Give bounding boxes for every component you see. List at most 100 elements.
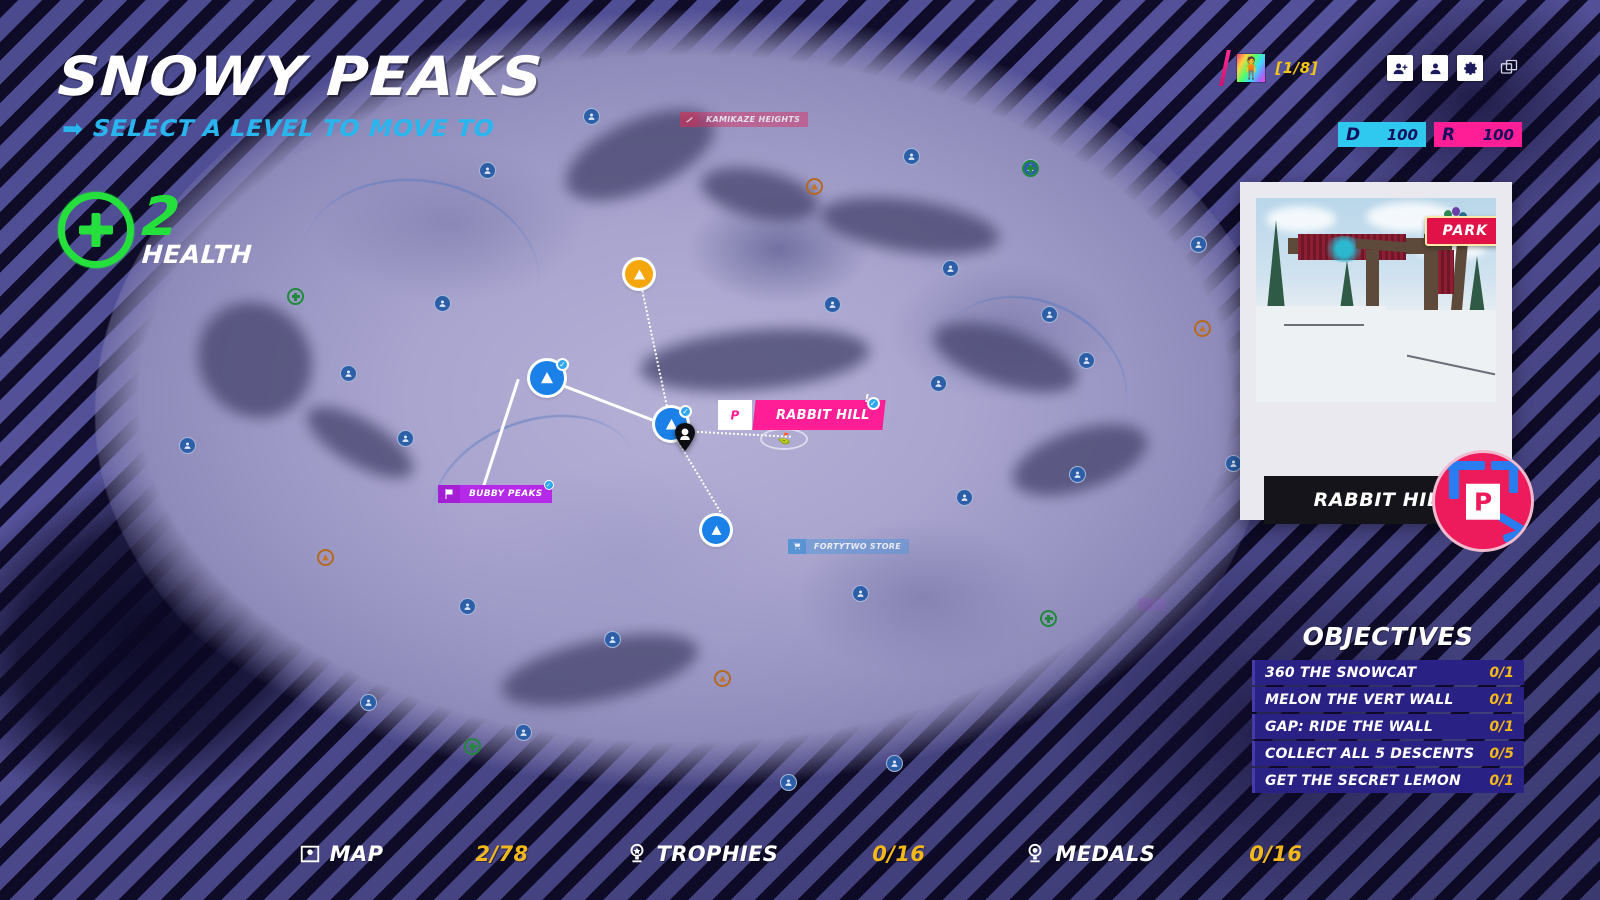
- page-subtitle: SELECT A LEVEL TO MOVE TO: [92, 116, 496, 142]
- objectives-title: OBJECTIVES: [1302, 622, 1474, 651]
- poi-challenge[interactable]: [806, 178, 823, 195]
- poi-health-pickup[interactable]: [287, 288, 304, 305]
- photo-tree: [1266, 220, 1286, 320]
- graffiti-stroke: [1491, 461, 1525, 470]
- poi-person[interactable]: [1190, 236, 1207, 253]
- person-icon: [1430, 63, 1440, 74]
- park-p-icon: P: [718, 400, 752, 430]
- poi-person[interactable]: [360, 694, 377, 711]
- stat-trophies[interactable]: TROPHIES: [625, 842, 779, 866]
- objective-count: 0/1: [1489, 772, 1514, 789]
- health-label: HEALTH: [140, 239, 254, 269]
- poi-person[interactable]: [479, 162, 496, 179]
- window-toggle-button[interactable]: [1496, 55, 1522, 81]
- poi-person[interactable]: [942, 260, 959, 277]
- objective-row: GAP: RIDE THE WALL 0/1: [1252, 714, 1524, 739]
- avatar[interactable]: 🧍: [1237, 54, 1266, 82]
- poi-person[interactable]: [930, 375, 947, 392]
- poi-person[interactable]: [780, 774, 797, 791]
- poi-challenge[interactable]: [714, 670, 731, 687]
- person-add-icon: [1393, 63, 1407, 74]
- page-title: SNOWY PEAKS: [56, 45, 545, 108]
- map-label-fortytwo-store[interactable]: FORTYTWO STORE: [788, 537, 910, 555]
- trophy-icon: [625, 842, 649, 866]
- poi-person[interactable]: [824, 296, 841, 313]
- map-label-faint[interactable]: [1138, 595, 1166, 613]
- poi-challenge[interactable]: [317, 549, 334, 566]
- arrow-right-icon: ➡: [62, 114, 83, 143]
- profile-button[interactable]: [1422, 55, 1448, 81]
- map-label-text: RABBIT HILL: [776, 407, 870, 423]
- completed-check-icon: ✓: [866, 397, 880, 410]
- avatar-group[interactable]: 🧍 [1/8]: [1219, 50, 1318, 86]
- currency-cash: D 100: [1338, 122, 1426, 147]
- poi-person[interactable]: [583, 108, 600, 125]
- settings-button[interactable]: [1457, 55, 1483, 81]
- poi-person[interactable]: [903, 148, 920, 165]
- photo-banner: [1438, 250, 1454, 294]
- stamp-letter: P: [1466, 483, 1500, 520]
- shopping-cart-icon: [788, 538, 806, 554]
- objective-label: GAP: RIDE THE WALL: [1265, 718, 1434, 735]
- peak-icon: [711, 525, 721, 535]
- stat-medals[interactable]: MEDALS: [1023, 842, 1155, 866]
- poi-person[interactable]: [179, 437, 196, 454]
- stat-map[interactable]: MAP: [298, 842, 384, 866]
- poi-person[interactable]: [434, 295, 451, 312]
- poi-health-pickup[interactable]: [1022, 160, 1039, 177]
- map-label-body: FORTYTWO STORE: [806, 538, 910, 554]
- flag-icon: [1138, 598, 1152, 610]
- poi-challenge[interactable]: [1194, 320, 1211, 337]
- map-pin-icon: [298, 842, 322, 866]
- map-label-text: FORTYTWO STORE: [814, 541, 902, 551]
- stat-map-value: 2/78: [475, 842, 529, 866]
- photo-railing: [1284, 324, 1364, 326]
- objective-row: 360 THE SNOWCAT 0/1: [1252, 660, 1524, 685]
- photo-snow: [1256, 306, 1386, 332]
- map-label-rabbit-hill[interactable]: P RABBIT HILL ! ✓: [718, 392, 886, 430]
- poi-health-pickup[interactable]: [464, 738, 481, 755]
- poi-person[interactable]: [340, 365, 357, 382]
- map-label-kamikaze-heights[interactable]: KAMIKAZE HEIGHTS: [680, 110, 809, 128]
- bottom-status-bar: MAP 2/78 TROPHIES 0/16 MEDALS 0/16: [0, 834, 1600, 874]
- poi-person[interactable]: [1069, 466, 1086, 483]
- objective-count: 0/1: [1489, 664, 1514, 681]
- cash-value: 100: [1386, 125, 1418, 144]
- level-node-west[interactable]: ✓: [530, 358, 569, 395]
- poi-person[interactable]: [1041, 306, 1058, 323]
- poi-person[interactable]: [886, 755, 903, 772]
- finish-flag-icon: ⛳: [777, 432, 791, 445]
- poi-person[interactable]: [956, 489, 973, 506]
- poi-health-pickup[interactable]: [1040, 610, 1057, 627]
- poi-person[interactable]: [1078, 352, 1095, 369]
- poi-person[interactable]: [459, 598, 476, 615]
- poi-person[interactable]: [515, 724, 532, 741]
- poi-person[interactable]: [397, 430, 414, 447]
- map-label-body: [1152, 598, 1166, 610]
- stat-map-label: MAP: [329, 842, 384, 866]
- flag-icon: [438, 485, 460, 503]
- objective-label: COLLECT ALL 5 DESCENTS: [1265, 745, 1475, 762]
- poi-person[interactable]: [852, 585, 869, 602]
- cash-glyph-icon: D: [1346, 124, 1361, 145]
- level-node-north[interactable]: [625, 260, 653, 288]
- health-text-group: 2 HEALTH: [140, 185, 254, 269]
- objective-row: MELON THE VERT WALL 0/1: [1252, 687, 1524, 712]
- map-label-body: BUBBY PEAKS: [460, 485, 552, 503]
- level-node-south[interactable]: [702, 516, 730, 544]
- map-label-bubby-peaks[interactable]: BUBBY PEAKS ✓: [438, 480, 554, 503]
- currency-rep: R 100: [1434, 122, 1522, 147]
- objectives-list: 360 THE SNOWCAT 0/1 MELON THE VERT WALL 0/1…: [1252, 660, 1524, 793]
- rep-glyph-icon: R: [1442, 124, 1456, 145]
- stat-trophies-label: TROPHIES: [656, 842, 779, 866]
- svg-text:P: P: [730, 409, 739, 423]
- objective-label: GET THE SECRET LEMON: [1265, 772, 1461, 789]
- level-preview-card[interactable]: PARK RABBIT HILL P: [1240, 182, 1534, 552]
- level-photo: PARK: [1256, 198, 1496, 402]
- add-friend-button[interactable]: [1387, 55, 1413, 81]
- poi-person[interactable]: [604, 631, 621, 648]
- rep-value: 100: [1482, 125, 1514, 144]
- peak-icon: [541, 372, 553, 384]
- map-label-body: KAMIKAZE HEIGHTS: [698, 111, 809, 127]
- finish-marker: ⛳: [760, 428, 808, 450]
